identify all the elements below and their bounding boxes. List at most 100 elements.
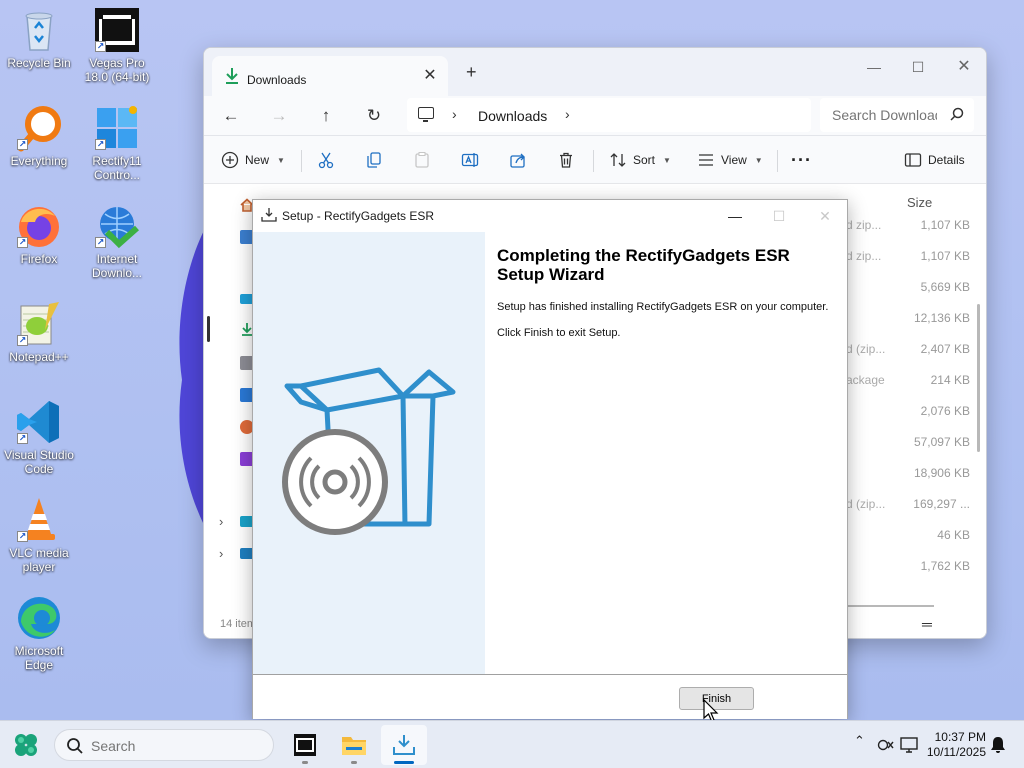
up-icon[interactable]: ↑	[311, 103, 341, 129]
breadcrumb-downloads[interactable]: Downloads	[478, 108, 547, 124]
setup-wizard-dialog[interactable]: Setup - RectifyGadgets ESR — ☐ ✕ Complet…	[252, 199, 848, 719]
start-icon[interactable]	[12, 731, 40, 759]
wizard-content: Completing the RectifyGadgets ESR Setup …	[485, 232, 847, 674]
divider	[593, 150, 594, 172]
new-label: New	[245, 153, 270, 167]
share-button[interactable]	[509, 148, 527, 172]
desktop-icon-vegas-pro[interactable]: ↗ Vegas Pro 18.0 (64-bit)	[78, 6, 156, 84]
breadcrumb-chevron-icon[interactable]: ›	[565, 106, 570, 122]
view-button[interactable]: View ▼	[697, 148, 763, 172]
divider	[777, 150, 778, 172]
search-input[interactable]	[832, 107, 937, 123]
edge-icon	[18, 597, 60, 639]
desktop-icon-internet-download-manager[interactable]: ↗ Internet Downlo...	[78, 202, 156, 280]
show-hidden-icons-chevron-icon[interactable]: ⌃	[854, 733, 865, 749]
installer-icon	[261, 208, 277, 222]
expand-chevron-icon[interactable]: ›	[219, 514, 223, 529]
desktop-icon-vscode[interactable]: ↗ Visual Studio Code	[0, 398, 78, 476]
cut-button[interactable]	[317, 148, 335, 172]
copy-button[interactable]	[365, 148, 383, 172]
chevron-down-icon: ▼	[754, 155, 763, 165]
recycle-bin-icon	[25, 12, 53, 51]
table-row[interactable]: d (zip... 2,407 KB	[846, 342, 986, 362]
active-indicator	[394, 761, 414, 764]
close-tab-icon[interactable]: ✕	[420, 66, 440, 86]
more-options-icon[interactable]: ···	[791, 148, 812, 172]
chevron-down-icon: ▼	[663, 155, 671, 165]
search-icon	[67, 738, 83, 754]
table-row[interactable]: d zip... 1,107 KB	[846, 218, 986, 238]
desktop-icon-everything[interactable]: ↗ Everything	[0, 104, 78, 168]
taskbar-app-setup[interactable]	[381, 725, 427, 765]
close-icon: ✕	[819, 208, 831, 224]
wizard-footer: Finish	[253, 675, 847, 719]
table-row[interactable]: 57,097 KB	[846, 435, 986, 455]
table-row[interactable]: 18,906 KB	[846, 466, 986, 486]
table-row[interactable]: 2,076 KB	[846, 404, 986, 424]
column-header-size[interactable]: Size	[907, 195, 932, 210]
resize-grip-icon[interactable]: ═	[922, 616, 932, 632]
display-icon[interactable]	[900, 736, 918, 754]
explorer-titlebar[interactable]: Downloads ✕ + — ☐ ✕	[204, 48, 986, 96]
desktop-icon-recycle-bin[interactable]: Recycle Bin	[0, 6, 78, 70]
desktop-icon-vlc[interactable]: ↗ VLC media player	[0, 496, 78, 574]
shortcut-arrow-icon: ↗	[17, 335, 28, 346]
desktop-icon-notepad-plus-plus[interactable]: ↗ Notepad++	[0, 300, 78, 364]
table-row[interactable]: ackage 214 KB	[846, 373, 986, 393]
taskbar-search[interactable]	[54, 729, 274, 761]
taskbar-search-input[interactable]	[91, 738, 251, 754]
minimize-icon[interactable]: —	[713, 202, 757, 230]
system-clock[interactable]: 10:37 PM 10/11/2025	[922, 730, 986, 760]
wizard-instruction: Click Finish to exit Setup.	[497, 327, 621, 339]
search-box[interactable]	[820, 98, 974, 132]
desktop-icon-rectify11[interactable]: ↗ Rectify11 Contro...	[78, 104, 156, 182]
new-tab-icon[interactable]: +	[466, 62, 482, 82]
expand-chevron-icon[interactable]: ›	[219, 546, 223, 561]
file-list[interactable]: Size d zip... 1,107 KB d zip... 1,107 KB 5,6…	[846, 184, 986, 638]
minimize-icon[interactable]: —	[854, 53, 894, 83]
shortcut-arrow-icon: ↗	[17, 139, 28, 150]
desktop-icon-edge[interactable]: Microsoft Edge	[0, 594, 78, 672]
taskbar-app-file-explorer[interactable]	[331, 725, 377, 765]
desktop-icon-firefox[interactable]: ↗ Firefox	[0, 202, 78, 266]
view-list-icon	[699, 154, 713, 166]
table-row[interactable]: 46 KB	[846, 528, 986, 548]
refresh-icon[interactable]: ↻	[359, 103, 389, 129]
address-box[interactable]: › Downloads ›	[407, 98, 811, 132]
rename-button[interactable]	[461, 148, 479, 172]
notification-bell-icon[interactable]	[990, 736, 1006, 754]
forward-icon[interactable]: →	[264, 103, 294, 129]
table-row[interactable]: 12,136 KB	[846, 311, 986, 331]
table-row[interactable]: 1,762 KB	[846, 559, 986, 579]
back-icon[interactable]: ←	[216, 103, 246, 129]
setup-titlebar[interactable]: Setup - RectifyGadgets ESR — ☐ ✕	[253, 200, 847, 232]
details-button[interactable]: Details	[904, 148, 965, 172]
paste-button[interactable]	[413, 148, 431, 172]
navigation-pane[interactable]: › ›	[204, 184, 254, 638]
maximize-icon[interactable]: ☐	[898, 53, 938, 83]
table-row[interactable]: 5,669 KB	[846, 280, 986, 300]
breadcrumb-chevron-icon[interactable]: ›	[452, 106, 457, 122]
chevron-down-icon: ▼	[277, 155, 285, 165]
shortcut-arrow-icon: ↗	[17, 433, 28, 444]
setup-title: Setup - RectifyGadgets ESR	[282, 209, 435, 223]
search-icon	[950, 107, 964, 121]
table-row[interactable]: d (zip... 169,297 ...	[846, 497, 986, 517]
sort-button[interactable]: Sort ▼	[609, 148, 671, 172]
vertical-scrollbar[interactable]	[977, 304, 980, 452]
new-button[interactable]: New ▼	[221, 148, 285, 172]
delete-button[interactable]	[557, 148, 575, 172]
file-size-cell: 57,097 KB	[913, 435, 970, 449]
share-icon	[510, 153, 525, 168]
network-status-icon[interactable]	[877, 737, 895, 753]
paste-icon	[415, 152, 429, 168]
setup-installer-icon	[393, 735, 415, 755]
file-type-cell: d (zip...	[846, 497, 886, 511]
details-pane-icon	[904, 153, 922, 167]
taskbar-app-vegas-pro[interactable]	[282, 725, 328, 765]
table-row[interactable]: d zip... 1,107 KB	[846, 249, 986, 269]
horizontal-scrollbar[interactable]	[846, 605, 934, 607]
close-window-icon[interactable]: ✕	[944, 53, 984, 83]
wizard-image-panel	[253, 232, 485, 674]
tab-downloads[interactable]: Downloads ✕	[212, 56, 448, 96]
